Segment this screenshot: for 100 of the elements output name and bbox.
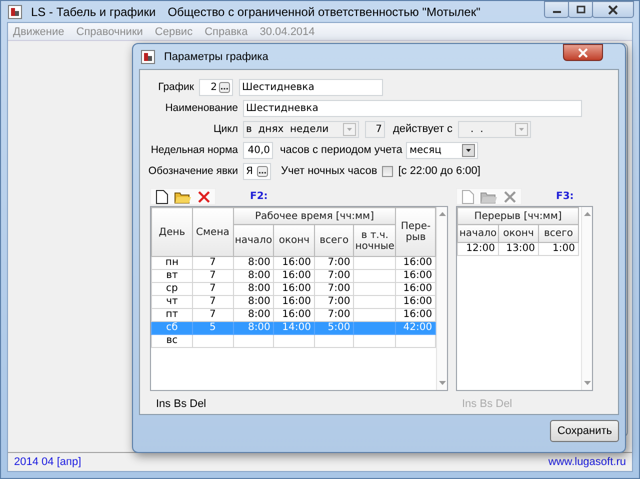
table-cell: 16:00 (274, 282, 314, 296)
table-cell: сб (152, 322, 192, 334)
table-cell: вт (152, 270, 192, 282)
table-cell: 16:00 (274, 270, 314, 282)
delete-icon[interactable] (503, 190, 517, 204)
new-document-icon[interactable] (155, 188, 169, 204)
table-cell: 8:00 (233, 270, 274, 282)
field-label: Недельная норма (150, 144, 238, 156)
dialog-title: Параметры графика (164, 50, 268, 62)
column-header: всего (314, 224, 354, 256)
table-row[interactable]: вт 7 8:00 16:00 7:00 16:00 (152, 270, 436, 282)
scroll-down-icon[interactable] (584, 381, 590, 386)
table-cell: 8:00 (233, 296, 274, 308)
table-cell: 8:00 (233, 282, 274, 296)
table-row[interactable]: пн 7 8:00 16:00 7:00 16:00 (152, 256, 436, 270)
weekly-norm-field[interactable]: 40,0 (243, 142, 273, 158)
table-cell: 8:00 (233, 322, 274, 334)
effective-from-label: действует с (393, 123, 453, 135)
website-link[interactable]: www.lugasoft.ru (548, 456, 626, 468)
table-row[interactable]: вс (152, 334, 436, 348)
table-cell: 7 (192, 256, 233, 270)
scrollbar[interactable] (436, 207, 447, 390)
night-hours-label: Учет ночных часов (281, 165, 378, 177)
table-row[interactable]: 12:00 13:00 1:00 (458, 242, 578, 256)
table-cell: 16:00 (274, 296, 314, 308)
table-cell: 16:00 (274, 256, 314, 270)
column-header: оконч (274, 224, 314, 256)
night-hours-range: [с 22:00 до 6:00] (398, 165, 480, 177)
period-dropdown[interactable]: месяц (406, 142, 478, 158)
close-icon[interactable] (608, 4, 618, 14)
field-label: Цикл (212, 123, 238, 135)
attendance-mark-field[interactable]: Я (243, 162, 271, 180)
cycle-length-field[interactable]: 7 (365, 120, 385, 138)
table-cell (274, 334, 314, 348)
maximize-button[interactable] (568, 1, 593, 18)
save-button[interactable]: Сохранить (550, 420, 619, 442)
hotkey-label: F3: (556, 191, 574, 202)
shortcut-hint: Ins Bs Del (462, 398, 514, 410)
column-header: начало (233, 224, 274, 256)
field-label: Обозначение явки (147, 165, 238, 177)
minimize-button[interactable] (544, 1, 569, 18)
close-button[interactable] (563, 44, 603, 61)
table-cell: 7 (192, 296, 233, 308)
table-cell: 12:00 (458, 242, 498, 256)
column-header: всего (538, 224, 578, 242)
night-hours-checkbox[interactable] (382, 166, 394, 176)
table-cell (354, 334, 396, 348)
table-cell (354, 296, 396, 308)
table-cell: 5 (192, 322, 233, 334)
maximize-icon[interactable] (576, 4, 586, 14)
table-cell: 7:00 (314, 270, 354, 282)
scroll-up-icon[interactable] (584, 211, 590, 216)
period-status: 2014 04 [апр] (14, 456, 82, 468)
app-logo-icon (141, 50, 155, 64)
delete-icon[interactable] (197, 190, 211, 204)
table-row[interactable]: ср 7 8:00 16:00 7:00 16:00 (152, 282, 436, 296)
name-field[interactable]: Шестидневка (243, 100, 582, 116)
table-cell (192, 334, 233, 348)
table-cell (314, 334, 354, 348)
column-header: День (152, 208, 192, 256)
close-button[interactable] (592, 1, 634, 18)
hotkey-label: F2: (250, 191, 268, 202)
scroll-down-icon[interactable] (438, 381, 446, 386)
column-header: оконч (498, 224, 538, 242)
table-cell: 7 (192, 270, 233, 282)
table-cell: пн (152, 256, 192, 270)
shortcut-hint: Ins Bs Del (156, 398, 208, 410)
table-cell (354, 282, 396, 296)
table-cell (354, 256, 396, 270)
app-logo-icon (8, 4, 22, 18)
table-cell: 1:00 (538, 242, 578, 256)
column-header: Перерыв [чч:мм] (458, 208, 578, 224)
column-header: Смена (192, 208, 233, 256)
field-label: Наименование (164, 102, 238, 114)
table-row[interactable]: чт 7 8:00 16:00 7:00 16:00 (152, 296, 436, 308)
table-cell (354, 322, 396, 334)
column-header: Рабочее время [чч:мм] (233, 208, 396, 225)
schedule-number-field[interactable]: 2 (199, 78, 233, 96)
table-cell: 13:00 (498, 242, 538, 256)
field-label: График (157, 81, 194, 93)
column-header: начало (458, 224, 498, 242)
column-header: Пере-рыв (396, 208, 436, 256)
scrollbar[interactable] (581, 207, 592, 390)
scroll-up-icon[interactable] (438, 211, 446, 216)
window-title: LS - Табель и графики (31, 4, 156, 18)
table-cell: 7:00 (314, 282, 354, 296)
table-cell (354, 270, 396, 282)
schedule-name-field[interactable]: Шестидневка (239, 78, 383, 96)
table-cell: 8:00 (233, 256, 274, 270)
table-cell: 42:00 (396, 322, 436, 334)
column-header: в т.ч. ночные (354, 224, 396, 256)
table-cell: 7:00 (314, 296, 354, 308)
table-cell: 7 (192, 282, 233, 296)
ellipsis-icon[interactable] (219, 82, 230, 92)
table-cell: 5:00 (314, 322, 354, 334)
period-label: часов с периодом учета (280, 144, 402, 156)
ellipsis-icon[interactable] (257, 166, 268, 176)
table-cell: ср (152, 282, 192, 296)
table-cell: 7:00 (314, 256, 354, 270)
company-name: Общество с ограниченной ответственностью "Мотылек" (168, 4, 480, 18)
